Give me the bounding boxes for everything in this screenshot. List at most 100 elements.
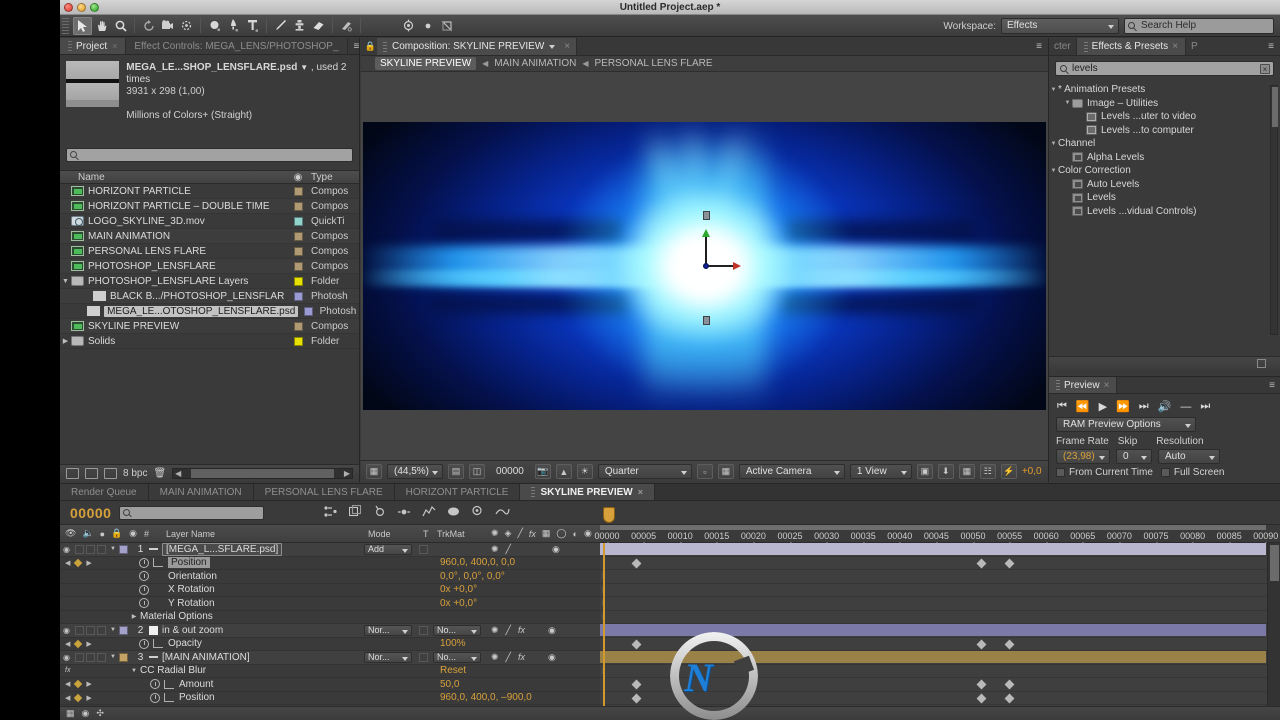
timeline-tab[interactable]: HORIZONT PARTICLE [394,484,521,500]
project-item-list[interactable]: HORIZONT PARTICLE Compos HORIZONT PARTICLE… [60,184,359,436]
show-snapshot-icon[interactable]: ▲ [555,464,572,479]
loop-button[interactable]: — [1180,401,1191,413]
keyframe-navigator[interactable]: ◀ ▶ [60,680,106,689]
project-item-row[interactable]: ▼ PHOTOSHOP_LENSFLARE Layers Folder [60,274,359,289]
composition-canvas[interactable] [363,122,1046,410]
label-color-swatch[interactable] [285,201,311,211]
effects-tree-row[interactable]: Levels ...uter to video [1049,110,1280,124]
exposure-value[interactable]: +0,0 [1022,466,1042,477]
anchor-point[interactable] [703,263,709,269]
stopwatch-icon[interactable] [150,692,160,703]
bit-depth-label[interactable]: 8 bpc [123,468,147,479]
layer-switches[interactable]: ✺ ╱ fx ◉ [485,625,600,636]
layer-mode-select[interactable]: Add [364,543,419,555]
timeline-property-row[interactable]: ◀ ▶ Position 960,0, 400,0, 0,0 [60,556,600,570]
resolution-select[interactable]: Auto [1158,449,1220,464]
timeline-track-row[interactable]: I [600,584,1280,597]
first-frame-button[interactable]: ⏮ [1057,400,1067,413]
project-item-row[interactable]: HORIZONT PARTICLE Compos [60,184,359,199]
roto-brush-tool-icon[interactable] [337,17,356,35]
pixel-aspect-icon[interactable]: ▣ [916,464,933,479]
quality-icon[interactable]: ╱ [506,544,511,555]
video-toggle-icon[interactable]: ◉ [60,653,73,662]
label-color-swatch[interactable] [119,625,132,635]
label-color-swatch[interactable] [285,291,311,301]
twirl-icon[interactable]: ▼ [107,627,119,633]
shy-icon[interactable]: ✺ [491,544,499,555]
label-color-swatch[interactable] [285,336,311,346]
effects-tree-row[interactable]: Levels [1049,191,1280,205]
timeline-track-row[interactable] [600,692,1280,705]
workspace-select[interactable]: Effects [1001,18,1119,34]
keyframe-marker[interactable] [631,639,642,649]
label-color-swatch[interactable] [285,216,311,226]
tab-paragraph[interactable]: P [1186,41,1203,52]
effects-tree-row[interactable]: Levels ...to computer [1049,124,1280,138]
timeline-track-row[interactable]: I [600,611,1280,624]
timeline-property-row[interactable]: Orientation 0,0°, 0,0°, 0,0° [60,570,600,584]
label-color-swatch[interactable] [119,544,132,554]
always-preview-icon[interactable]: ▦ [366,464,382,479]
keyframe-marker[interactable] [1004,639,1015,649]
timeline-current-time[interactable]: 00000 [60,505,119,521]
camera-select[interactable]: Active Camera [738,464,845,479]
pen-tool-icon[interactable] [224,17,243,35]
timeline-tab[interactable]: SKYLINE PREVIEW × [520,484,655,500]
auto-keyframe-icon[interactable] [495,506,511,520]
timeline-property-row[interactable]: ◀ ▶ Opacity 100% [60,637,600,651]
twirl-icon[interactable]: ▼ [60,278,71,285]
breadcrumb-item[interactable]: PERSONAL LENS FLARE [595,58,713,69]
effects-tree[interactable]: ▼ * Animation Presets ▼ Image – Utilities Le… [1049,81,1280,353]
close-icon[interactable]: × [564,41,570,52]
property-value[interactable]: 100% [440,638,600,649]
column-layer-name[interactable]: Layer Name [158,529,368,539]
hand-tool-icon[interactable] [92,17,111,35]
audio-button[interactable]: 🔊 [1158,400,1172,413]
tab-effect-controls[interactable]: Effect Controls: MEGA_LENS/PHOTOSHOP_ [126,38,348,54]
keyframe-navigator[interactable]: ◀ ▶ [60,558,106,567]
timeline-layer-row[interactable]: ◉ ▼ 2 in & out zoom Nor... No... ✺ ╱ fx ◉ [60,624,600,638]
column-name[interactable]: Name [60,172,285,183]
three-d-layer-icon[interactable]: ◉ [548,625,556,636]
timeline-tabs[interactable]: Render Queue MAIN ANIMATION PERSONAL LENS … [60,484,1280,501]
axis-x-arrow[interactable] [706,262,741,270]
layer-mode-select[interactable]: Nor... [364,651,419,663]
twirl-icon[interactable]: ▶ [60,337,71,345]
layer-duration-bar[interactable] [600,651,1266,663]
project-item-row[interactable]: LOGO_SKYLINE_3D.mov QuickTi [60,214,359,229]
stopwatch-icon[interactable] [139,557,149,568]
keyframe-marker[interactable] [976,693,987,703]
breadcrumb-item[interactable]: MAIN ANIMATION [494,58,576,69]
column-type[interactable]: Type [311,172,359,183]
timeline-track-row[interactable] [600,651,1280,665]
quality-icon[interactable]: ╱ [506,652,511,663]
resolution-select[interactable]: Quarter [597,464,692,479]
layer-trkmat-select[interactable]: No... [433,624,485,636]
timeline-layer-row[interactable]: ◉ ▼ 1 [MEGA_L...SFLARE.psd] Add ✺ ╱ ◉ [60,543,600,557]
rotation-tool-icon[interactable] [139,17,158,35]
keyframe-marker[interactable] [1004,558,1015,568]
label-color-swatch[interactable] [285,246,311,256]
effects-icon[interactable]: fx [518,625,525,635]
new-comp-icon[interactable] [66,468,79,479]
eraser-tool-icon[interactable] [309,17,328,35]
property-value[interactable]: 960,0, 400,0, 0,0 [440,557,600,568]
clear-search-icon[interactable]: × [1260,64,1270,74]
column-trkmat[interactable]: TrkMat [437,529,485,539]
effects-search-input[interactable]: levels × [1055,61,1274,76]
hide-shy-layers-icon[interactable] [373,505,386,520]
twirl-icon[interactable]: ▼ [1063,100,1072,106]
three-d-layer-icon[interactable]: ◉ [548,652,556,663]
timeline-property-row[interactable]: ◀ ▶ Position 960,0, 400,0, –900,0 [60,691,600,705]
project-item-row[interactable]: HORIZONT PARTICLE – DOUBLE TIME Compos [60,199,359,214]
project-item-row[interactable]: ▶ Solids Folder [60,334,359,349]
ram-preview-options-select[interactable]: RAM Preview Options [1056,417,1196,432]
ram-preview-button[interactable]: ⏭ [1200,400,1210,413]
timeline-effect-row[interactable]: fx ▼ CC Radial Blur Reset [60,664,600,678]
last-frame-button[interactable]: ⏭ [1139,400,1149,413]
playhead-line[interactable] [603,543,605,706]
pan-behind-tool-icon[interactable] [177,17,196,35]
property-value[interactable]: 0x +0,0° [440,584,600,595]
chevron-down-icon[interactable] [549,44,556,49]
layer-t-toggle[interactable] [419,544,433,554]
